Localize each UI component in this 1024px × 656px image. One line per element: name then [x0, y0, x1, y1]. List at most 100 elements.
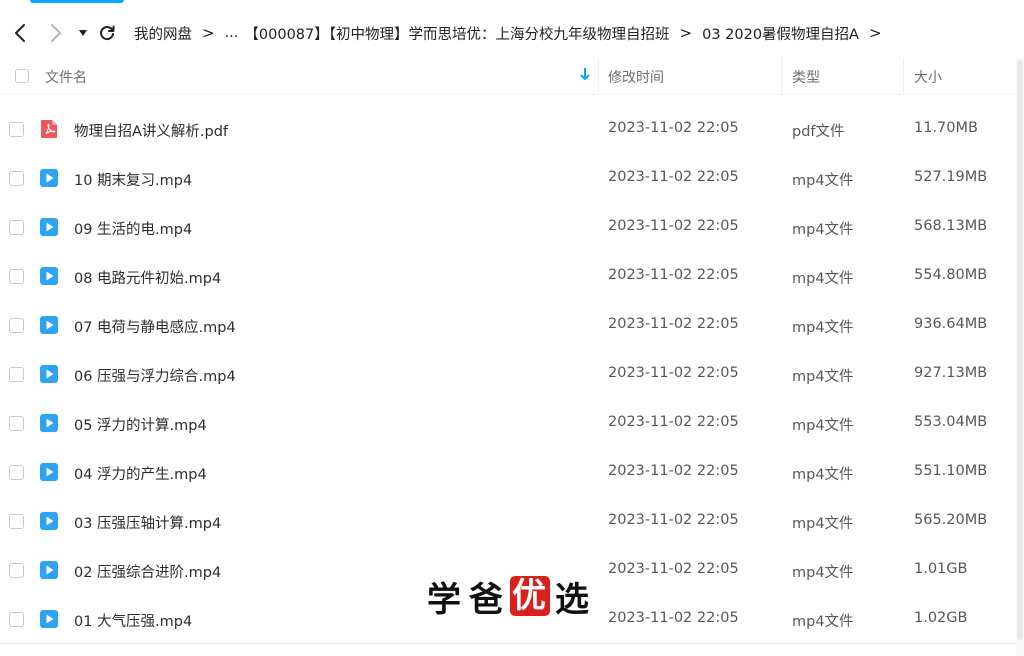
refresh-icon: [100, 25, 115, 41]
column-header-name[interactable]: 文件名: [45, 67, 87, 87]
video-icon: [40, 610, 58, 628]
table-row[interactable]: 物理自招A讲义解析.pdf 2023-11-02 22:05 pdf文件 11.70M…: [0, 105, 1016, 154]
modified-time: 2023-11-02 22:05: [608, 218, 739, 234]
modified-time: 2023-11-02 22:05: [608, 561, 739, 577]
navigation-bar: 我的网盘 > ... 【000087】【初中物理】学而思培优：上海分校九年级物理…: [0, 10, 1024, 56]
row-checkbox[interactable]: [9, 318, 24, 333]
file-name: 10 期末复习.mp4: [74, 173, 193, 189]
file-size: 936.64MB: [914, 316, 988, 332]
file-size: 554.80MB: [914, 267, 988, 283]
column-divider[interactable]: [781, 58, 782, 94]
row-checkbox[interactable]: [9, 220, 24, 235]
file-name: 02 压强综合进阶.mp4: [74, 565, 222, 581]
file-name: 04 浮力的产生.mp4: [74, 467, 207, 483]
file-type: mp4文件: [792, 369, 854, 385]
caret-down-icon: [79, 30, 87, 36]
modified-time: 2023-11-02 22:05: [608, 169, 739, 185]
file-size: 551.10MB: [914, 463, 988, 479]
breadcrumb-current[interactable]: 03 2020暑假物理自招A: [702, 23, 859, 44]
file-name: 07 电荷与静电感应.mp4: [74, 320, 236, 336]
file-size: 568.13MB: [914, 218, 988, 234]
video-icon: [40, 316, 58, 334]
watermark-logo: 学 爸 优 选: [424, 574, 594, 620]
breadcrumb-ellipsis[interactable]: ...: [225, 25, 239, 41]
breadcrumb-separator: >: [202, 24, 215, 42]
row-checkbox[interactable]: [9, 122, 24, 137]
watermark-char: 学: [427, 579, 463, 620]
modified-time: 2023-11-02 22:05: [608, 267, 739, 283]
file-size: 1.01GB: [914, 561, 968, 577]
table-row[interactable]: 03 压强压轴计算.mp4 2023-11-02 22:05 mp4文件 565.20…: [0, 497, 1016, 546]
row-checkbox[interactable]: [9, 269, 24, 284]
scrollbar-thumb[interactable]: [1017, 60, 1023, 640]
file-name: 物理自招A讲义解析.pdf: [74, 124, 229, 140]
column-divider[interactable]: [903, 58, 904, 94]
select-all-checkbox[interactable]: [15, 69, 29, 83]
row-checkbox[interactable]: [9, 367, 24, 382]
video-icon: [40, 218, 58, 236]
video-icon: [40, 561, 58, 579]
row-checkbox[interactable]: [9, 465, 24, 480]
watermark-char: 选: [555, 579, 591, 620]
table-row[interactable]: 04 浮力的产生.mp4 2023-11-02 22:05 mp4文件 551.10M…: [0, 448, 1016, 497]
file-name: 06 压强与浮力综合.mp4: [74, 369, 236, 385]
history-dropdown-button[interactable]: [76, 18, 90, 48]
file-type: mp4文件: [792, 614, 854, 630]
file-type: mp4文件: [792, 516, 854, 532]
file-type: mp4文件: [792, 320, 854, 336]
file-size: 553.04MB: [914, 414, 988, 430]
file-list-header: 文件名 修改时间 类型 大小: [0, 58, 1016, 95]
column-header-type[interactable]: 类型: [792, 67, 820, 87]
modified-time: 2023-11-02 22:05: [608, 365, 739, 381]
file-name: 03 压强压轴计算.mp4: [74, 516, 222, 532]
modified-time: 2023-11-02 22:05: [608, 414, 739, 430]
file-name: 01 大气压强.mp4: [74, 614, 193, 630]
file-type: pdf文件: [792, 124, 845, 140]
file-size: 565.20MB: [914, 512, 988, 528]
video-icon: [40, 365, 58, 383]
row-checkbox[interactable]: [9, 612, 24, 627]
column-header-size[interactable]: 大小: [914, 67, 942, 87]
chevron-right-icon: [51, 24, 61, 42]
file-type: mp4文件: [792, 565, 854, 581]
watermark-seal: 优: [510, 576, 550, 616]
watermark-char: 爸: [469, 579, 505, 620]
modified-time: 2023-11-02 22:05: [608, 463, 739, 479]
table-row[interactable]: 07 电荷与静电感应.mp4 2023-11-02 22:05 mp4文件 936.6…: [0, 301, 1016, 350]
breadcrumb: 我的网盘 > ... 【000087】【初中物理】学而思培优：上海分校九年级物理…: [134, 23, 892, 44]
breadcrumb-root[interactable]: 我的网盘: [134, 23, 192, 44]
modified-time: 2023-11-02 22:05: [608, 512, 739, 528]
file-type: mp4文件: [792, 173, 854, 189]
row-checkbox[interactable]: [9, 171, 24, 186]
pdf-icon: [41, 120, 57, 138]
file-size: 927.13MB: [914, 365, 988, 381]
refresh-button[interactable]: [96, 18, 118, 48]
file-name: 09 生活的电.mp4: [74, 222, 193, 238]
table-row[interactable]: 10 期末复习.mp4 2023-11-02 22:05 mp4文件 527.19MB: [0, 154, 1016, 203]
table-row[interactable]: 09 生活的电.mp4 2023-11-02 22:05 mp4文件 568.13MB: [0, 203, 1016, 252]
file-list: 物理自招A讲义解析.pdf 2023-11-02 22:05 pdf文件 11.70M…: [0, 105, 1016, 644]
file-name: 05 浮力的计算.mp4: [74, 418, 207, 434]
table-row[interactable]: 05 浮力的计算.mp4 2023-11-02 22:05 mp4文件 553.04M…: [0, 399, 1016, 448]
modified-time: 2023-11-02 22:05: [608, 610, 739, 626]
column-divider[interactable]: [598, 58, 599, 94]
breadcrumb-separator: >: [868, 24, 882, 42]
chevron-left-icon: [15, 24, 25, 42]
file-type: mp4文件: [792, 271, 854, 287]
breadcrumb-folder[interactable]: 【000087】【初中物理】学而思培优：上海分校九年级物理自招班: [244, 23, 669, 44]
modified-time: 2023-11-02 22:05: [608, 316, 739, 332]
row-checkbox[interactable]: [9, 563, 24, 578]
table-row[interactable]: 08 电路元件初始.mp4 2023-11-02 22:05 mp4文件 554.80…: [0, 252, 1016, 301]
sort-arrow-icon[interactable]: [580, 67, 590, 85]
row-checkbox[interactable]: [9, 416, 24, 431]
forward-button[interactable]: [44, 18, 68, 48]
back-button[interactable]: [8, 18, 32, 48]
file-type: mp4文件: [792, 418, 854, 434]
video-icon: [40, 267, 58, 285]
video-icon: [40, 169, 58, 187]
file-size: 527.19MB: [914, 169, 988, 185]
column-header-time[interactable]: 修改时间: [608, 67, 664, 87]
row-checkbox[interactable]: [9, 514, 24, 529]
table-row[interactable]: 06 压强与浮力综合.mp4 2023-11-02 22:05 mp4文件 927.1…: [0, 350, 1016, 399]
video-icon: [40, 414, 58, 432]
